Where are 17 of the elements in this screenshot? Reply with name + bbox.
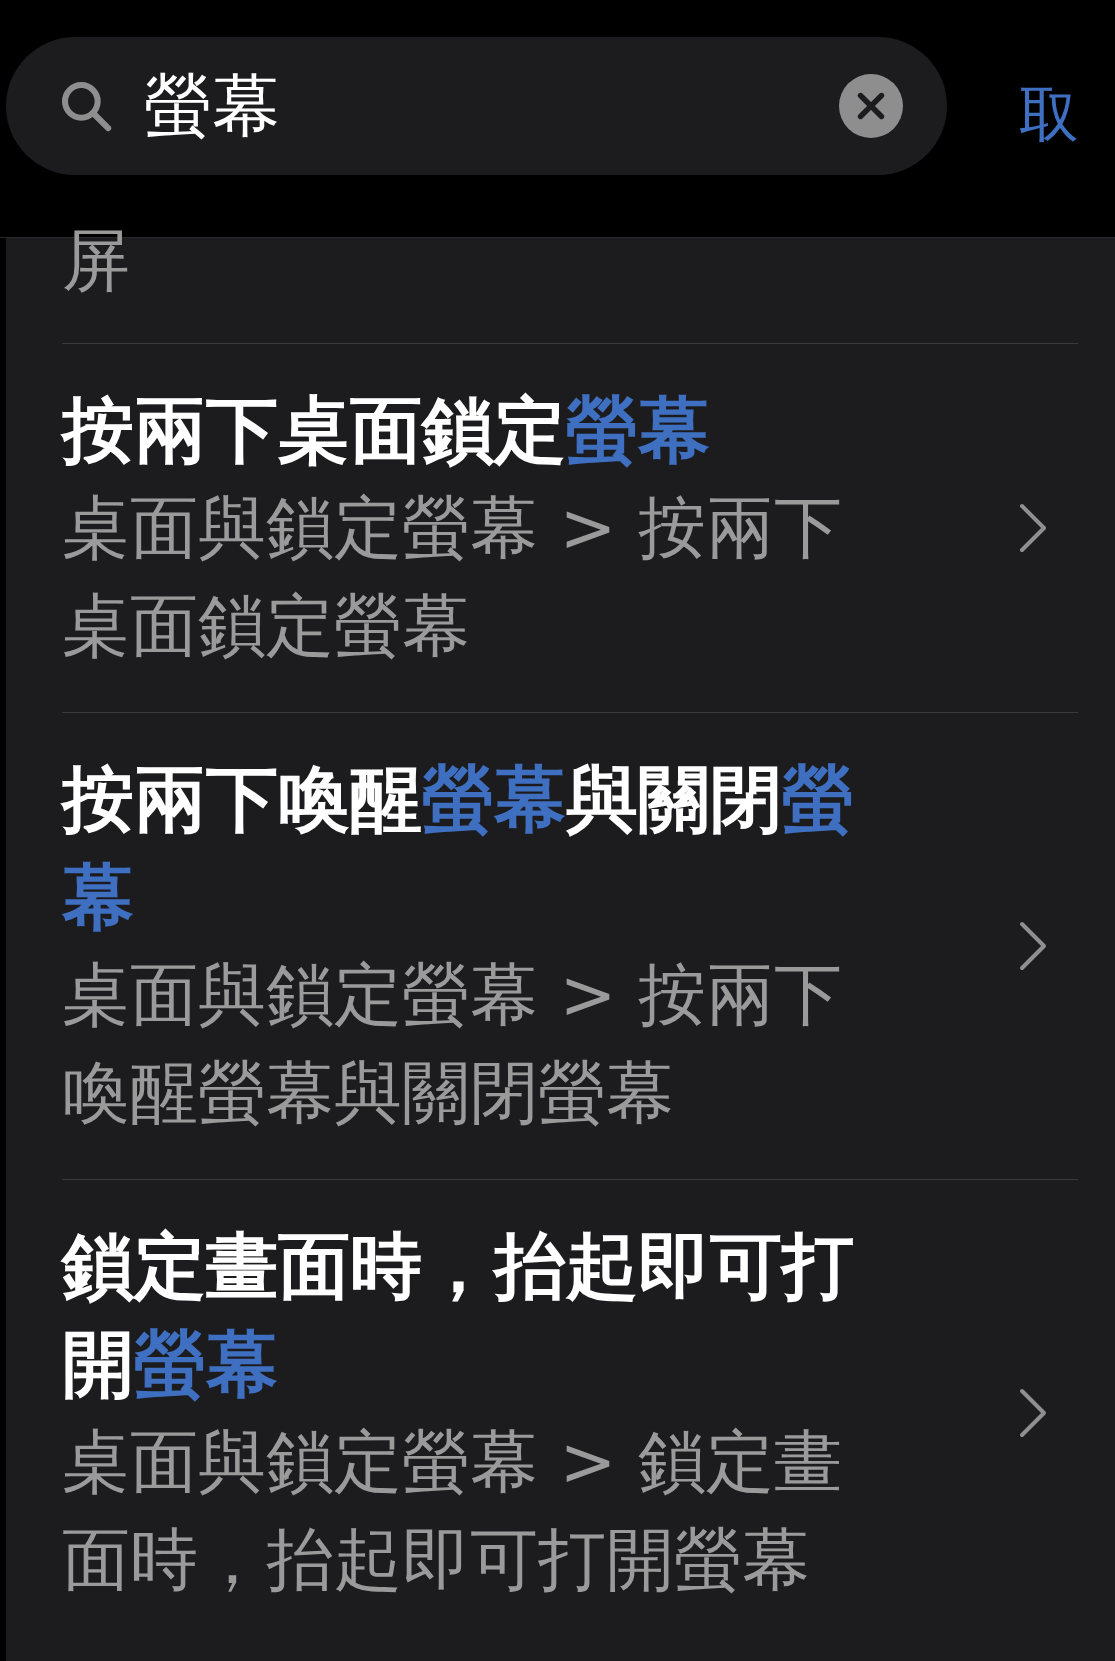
result-title: 按兩下桌面鎖定螢幕 (62, 387, 711, 474)
result-title: 按兩下喚醒螢幕與關閉螢幕 (62, 756, 855, 941)
chevron-right-icon (1018, 1387, 1048, 1439)
search-result[interactable]: 按兩下喚醒螢幕與關閉螢幕 桌面與鎖定螢幕 > 按兩下喚醒螢幕與關閉螢幕 (62, 712, 1078, 1179)
result-title: 鎖定畫面時，抬起即可打開螢幕 (62, 1223, 855, 1408)
result-path: 桌面與鎖定螢幕 > 按兩下桌面鎖定螢幕 (62, 487, 844, 667)
chevron-right-icon (1018, 920, 1048, 972)
result-path: 屏 (62, 220, 130, 302)
result-path: 桌面與鎖定螢幕 > 按兩下喚醒螢幕與關閉螢幕 (62, 954, 844, 1134)
search-result[interactable]: 鎖定畫面時，抬起即可打開螢幕 桌面與鎖定螢幕 > 鎖定畫面時，抬起即可打開螢幕 (62, 1179, 1078, 1646)
result-path: 桌面與鎖定螢幕 > 鎖定畫面時，抬起即可打開螢幕 (62, 1421, 844, 1601)
cancel-button[interactable]: 取 (1019, 75, 1079, 156)
search-field[interactable]: 螢幕 (144, 66, 809, 146)
close-icon (856, 91, 886, 121)
search-result[interactable]: 按兩下桌面鎖定螢幕 桌面與鎖定螢幕 > 按兩下桌面鎖定螢幕 (62, 343, 1078, 712)
chevron-right-icon (1018, 502, 1048, 554)
search-bar[interactable]: 螢幕 (6, 37, 947, 175)
